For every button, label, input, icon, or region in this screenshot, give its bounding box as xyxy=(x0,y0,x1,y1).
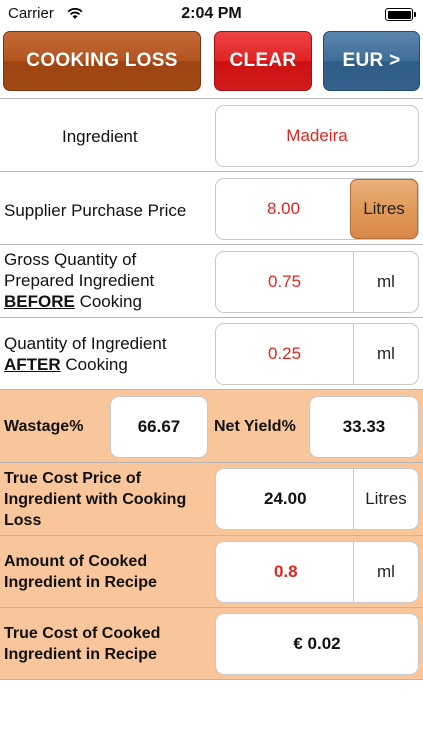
ingredient-row: Ingredient Madeira xyxy=(0,98,423,171)
divider xyxy=(0,679,423,680)
clock: 2:04 PM xyxy=(181,5,242,22)
net-yield-label: Net Yield% xyxy=(214,418,296,435)
wastage-row: Wastage% 66.67 Net Yield% 33.33 xyxy=(0,389,423,462)
true-cost-value: 24.00 xyxy=(264,489,307,508)
true-cost-label: True Cost Price of Ingredient with Cooki… xyxy=(4,470,187,529)
gross-unit-button[interactable]: ml xyxy=(354,252,418,312)
clear-button[interactable]: CLEAR xyxy=(214,31,312,91)
cooking-loss-button[interactable]: COOKING LOSS xyxy=(3,31,201,91)
supplier-price-label: Supplier Purchase Price xyxy=(4,201,187,220)
battery-icon xyxy=(385,8,416,21)
net-yield-value: 33.33 xyxy=(309,396,419,458)
true-cost-unit-button[interactable]: Litres xyxy=(354,469,418,529)
supplier-price-value: 8.00 xyxy=(267,199,301,218)
cooked-cost-value: € 0.02 xyxy=(215,613,419,675)
gross-quantity-value: 0.75 xyxy=(268,272,302,291)
cooked-amount-label: Amount of Cooked Ingredient in Recipe xyxy=(4,553,157,591)
cooked-cost-row: True Cost of Cooked Ingredient in Recipe… xyxy=(0,607,423,679)
wastage-value: 66.67 xyxy=(110,396,208,458)
after-quantity-row: Quantity of Ingredient AFTER Cooking 0.2… xyxy=(0,317,423,389)
gross-quantity-label: Gross Quantity of Prepared Ingredient BE… xyxy=(4,250,155,311)
gross-quantity-row: Gross Quantity of Prepared Ingredient BE… xyxy=(0,244,423,317)
after-quantity-label: Quantity of Ingredient AFTER Cooking xyxy=(4,334,167,374)
supplier-unit-button[interactable]: Litres xyxy=(350,179,418,239)
cooked-cost-label: True Cost of Cooked Ingredient in Recipe xyxy=(4,625,161,663)
true-cost-row: True Cost Price of Ingredient with Cooki… xyxy=(0,462,423,535)
currency-button[interactable]: EUR > xyxy=(323,31,420,91)
after-quantity-value: 0.25 xyxy=(268,344,302,363)
cooked-amount-unit-button[interactable]: ml xyxy=(354,542,418,602)
ingredient-field[interactable]: Madeira xyxy=(215,105,419,167)
cooked-amount-value: 0.8 xyxy=(274,562,298,581)
after-unit-button[interactable]: ml xyxy=(354,324,418,384)
status-bar: Carrier 2:04 PM xyxy=(0,0,423,28)
supplier-price-row: Supplier Purchase Price 8.00 Litres xyxy=(0,171,423,244)
cooked-amount-row: Amount of Cooked Ingredient in Recipe 0.… xyxy=(0,535,423,607)
wastage-label: Wastage% xyxy=(4,418,84,435)
ingredient-label: Ingredient xyxy=(62,127,138,146)
